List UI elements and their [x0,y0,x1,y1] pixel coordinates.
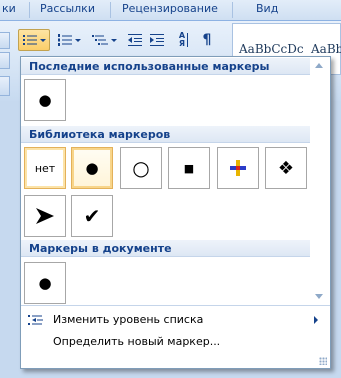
document-bullet-dot[interactable]: ● [24,262,66,304]
numbered-list-icon [57,34,72,46]
recent-bullet-dot[interactable]: ● [24,79,66,121]
tab-view[interactable]: Вид [256,2,278,15]
chevron-down-icon [39,38,46,42]
filled-circle-icon: ● [38,91,52,109]
bullets-button[interactable] [18,29,50,51]
submenu-arrow-icon [314,316,318,324]
bullet-arrowhead[interactable] [24,195,66,237]
multilevel-list-button[interactable] [88,29,120,51]
chevron-down-icon [110,38,117,42]
scroll-up-icon[interactable] [315,63,323,68]
ribbon-edge-button[interactable] [0,52,10,69]
numbering-button[interactable] [54,29,84,51]
filled-circle-icon: ● [85,159,99,177]
section-header-library: Библиотека маркеров [21,126,310,143]
bullet-filled-circle[interactable]: ● [71,147,113,189]
resize-grip-icon[interactable] [319,357,327,365]
none-label: нет [34,161,56,175]
style-sample-normal[interactable]: AaBbCcDc [239,42,304,56]
sort-az-icon: А Я [178,31,186,48]
checkmark-icon: ✔ [83,204,101,228]
bullet-color-cross[interactable] [217,147,259,189]
section-header-document: Маркеры в документе [21,240,310,257]
color-cross-icon [230,160,246,176]
tab-separator [29,2,30,18]
scroll-down-icon[interactable] [315,294,323,299]
square-icon: ■ [183,161,195,175]
gallery-scrollbar[interactable] [310,57,330,302]
bullet-square[interactable]: ■ [168,147,210,189]
section-header-recent: Последние использованные маркеры [21,58,310,75]
bullet-checkmark[interactable]: ✔ [71,195,113,237]
chevron-down-icon [74,38,81,42]
sort-arrow-icon [187,33,188,47]
decrease-indent-button[interactable] [124,29,146,51]
tab-partial[interactable]: ки [2,2,16,15]
increase-indent-button[interactable] [146,29,168,51]
bullet-none[interactable]: нет [24,147,66,189]
sort-button[interactable]: А Я [172,29,194,51]
define-new-bullet-menu-item[interactable]: Определить новый маркер... [21,332,330,352]
increase-indent-icon [150,34,164,46]
filled-circle-icon: ● [38,274,52,292]
menu-divider [21,305,330,306]
style-sample-no-spacing[interactable]: AaBbC [311,42,341,56]
bullet-list-icon [22,35,37,45]
define-new-bullet-label: Определить новый маркер... [53,335,221,348]
ribbon-edge-button[interactable] [0,32,10,49]
ribbon-tab-strip: ки Рассылки Рецензирование Вид [0,0,341,21]
tab-mailings[interactable]: Рассылки [40,2,95,15]
change-list-level-label: Изменить уровень списка [53,313,204,326]
multilevel-list-icon [91,35,108,45]
bullet-diamond-cluster[interactable]: ❖ [265,147,307,189]
tab-separator [232,2,233,18]
show-formatting-button[interactable]: ¶ [196,29,218,51]
decrease-indent-icon [128,34,142,46]
diamond-cluster-icon: ❖ [277,157,295,179]
pilcrow-icon: ¶ [202,32,212,48]
bullet-library-dropdown: Последние использованные маркеры ● Библи… [20,56,331,369]
ribbon-edge-button[interactable] [0,76,10,96]
bullet-hollow-circle[interactable]: ○ [120,147,162,189]
change-list-level-icon [28,315,43,325]
tab-separator [110,2,111,18]
tab-review[interactable]: Рецензирование [122,2,218,15]
change-list-level-menu-item[interactable]: Изменить уровень списка [21,310,330,330]
hollow-circle-icon: ○ [132,156,150,180]
arrowhead-icon [36,208,54,224]
